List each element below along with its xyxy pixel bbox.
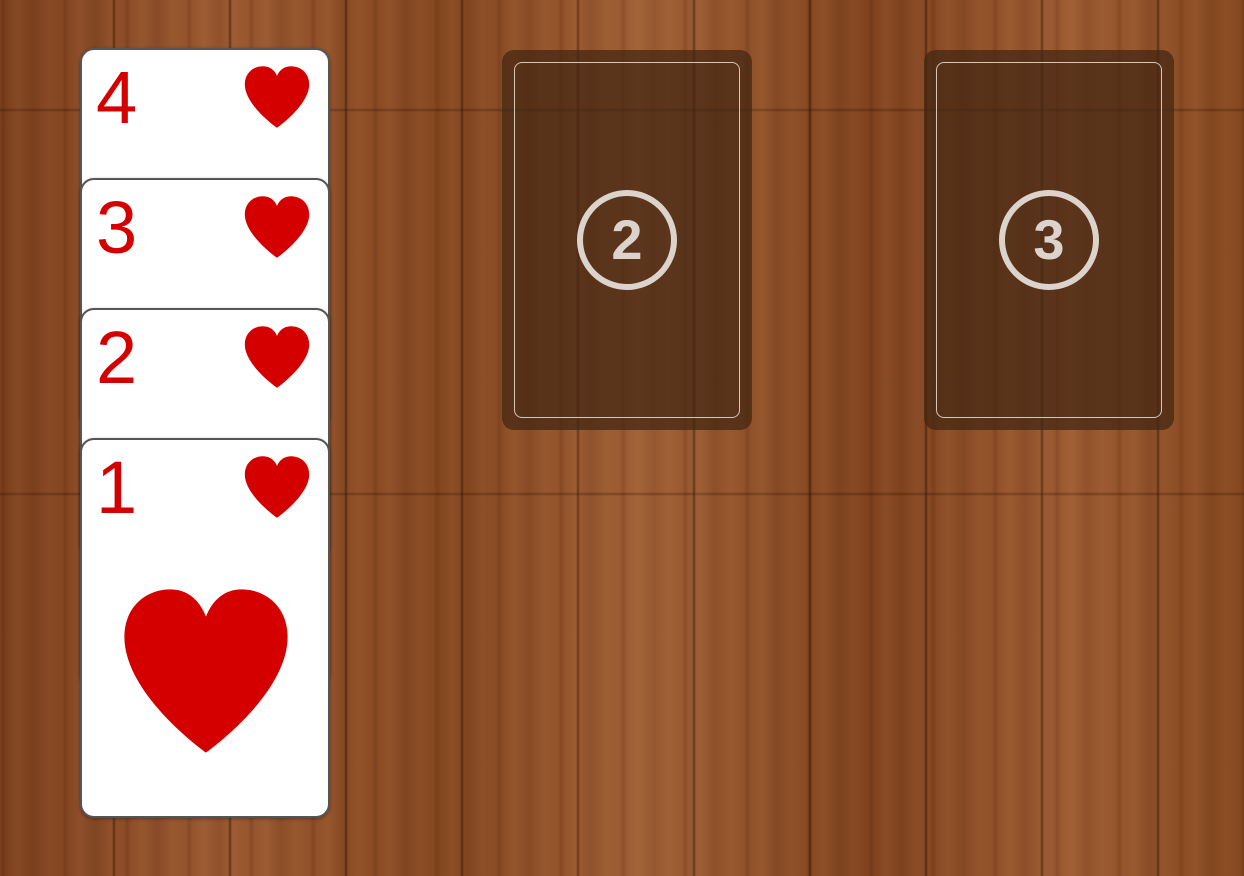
card-rank: 2 bbox=[96, 316, 138, 399]
slot-outline: 2 bbox=[514, 62, 740, 418]
foundation-slot-2[interactable]: 2 bbox=[502, 50, 752, 430]
hearts-icon bbox=[124, 589, 288, 753]
slot-number: 2 bbox=[611, 208, 643, 271]
hearts-icon bbox=[244, 66, 310, 128]
slot-outline: 3 bbox=[936, 62, 1162, 418]
slot-number-badge: 2 bbox=[577, 190, 677, 290]
card-rank: 4 bbox=[96, 56, 138, 139]
hearts-icon bbox=[244, 456, 310, 518]
slot-number: 3 bbox=[1033, 208, 1065, 271]
hearts-icon bbox=[244, 196, 310, 258]
card-1-hearts[interactable]: 1 bbox=[80, 438, 330, 818]
game-board: 4 3 2 1 2 3 bbox=[0, 0, 1244, 876]
hearts-icon bbox=[244, 326, 310, 388]
foundation-slot-3[interactable]: 3 bbox=[924, 50, 1174, 430]
slot-number-badge: 3 bbox=[999, 190, 1099, 290]
card-rank: 1 bbox=[96, 446, 138, 529]
card-rank: 3 bbox=[96, 186, 138, 269]
